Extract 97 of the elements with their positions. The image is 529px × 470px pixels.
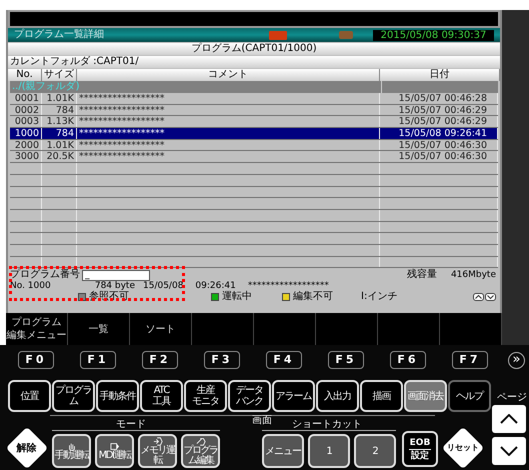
datetime: 2015/05/08 09:30:37 (373, 30, 494, 40)
file-row[interactable]: 1000 784 ****************** 15/05/08 09:26:41 (10, 128, 498, 140)
table-cell: ****************** (77, 93, 380, 104)
table-cell: ****************** (77, 116, 380, 128)
table-cell: ****************** (77, 140, 380, 150)
more-keys-button[interactable]: » (508, 352, 525, 369)
table-cell: 0003 (10, 116, 42, 128)
scroll-down-icon[interactable] (485, 293, 496, 302)
program-comment: ****************** (248, 282, 329, 291)
table-cell: 15/05/07 00:46:29 (380, 116, 498, 128)
softkey[interactable]: ソート (130, 313, 192, 345)
capacity-value: 416Mbyte (450, 270, 496, 280)
panel-button[interactable]: ATC 工具 (140, 380, 183, 412)
page-down-button[interactable] (492, 437, 526, 465)
column-header[interactable]: No. (8, 69, 42, 81)
panel-button[interactable]: 位置 (8, 380, 51, 412)
program-number-field[interactable]: _ (82, 270, 150, 281)
function-key[interactable]: F5 (328, 351, 364, 369)
table-cell: 784 (42, 128, 77, 139)
file-row[interactable]: 3000 20.5K ****************** 15/05/07 00:46:30 (10, 151, 498, 164)
mode-icon (108, 442, 120, 450)
reset-button[interactable]: リセット (442, 426, 484, 470)
shortcut-button[interactable]: 1 (308, 434, 350, 468)
function-key[interactable]: F2 (142, 351, 178, 369)
shortcut-button[interactable]: 2 (354, 434, 396, 468)
mode-button[interactable]: 手動運転 (52, 434, 91, 468)
table-cell: 15/05/07 00:46:28 (380, 93, 498, 104)
panel-button[interactable]: 生産 モニタ (184, 380, 227, 412)
panel-button[interactable]: 入出力 (316, 380, 359, 412)
table-cell: ****************** (77, 104, 380, 116)
page-label: ページ (497, 393, 527, 403)
column-header[interactable]: 日付 (380, 69, 500, 81)
mode-button[interactable]: プログラム編集 (181, 434, 220, 468)
table-cell: 15/05/07 00:46:30 (380, 151, 498, 162)
column-header[interactable]: コメント (77, 69, 380, 81)
function-key[interactable]: F4 (266, 351, 302, 369)
mode-button[interactable]: MDI運転 (95, 434, 134, 468)
table-cell: 784 (42, 104, 77, 116)
page-up-button[interactable] (492, 405, 526, 433)
function-key[interactable]: F0 (18, 351, 54, 369)
program-header: プログラム(CAPT01/1000) (8, 43, 500, 55)
column-header[interactable]: サイズ (42, 69, 77, 81)
caret-up-icon (500, 414, 518, 424)
unit-label: I:インチ (361, 291, 398, 304)
usb-stick-icon (339, 31, 353, 39)
section-label: モード (116, 420, 146, 430)
table-cell: 1000 (10, 128, 42, 139)
scroll-up-icon[interactable] (473, 293, 484, 302)
function-key[interactable]: F1 (80, 351, 116, 369)
table-cell: 1.13K (42, 116, 77, 128)
table-cell: ****************** (77, 128, 380, 139)
softkey[interactable]: プログラム 編集メニュー (6, 313, 68, 345)
eob-set-button[interactable]: EOB 設定 (402, 431, 438, 467)
program-time: 09:26:41 (195, 282, 236, 291)
table-cell: 15/05/07 00:46:29 (380, 104, 498, 116)
table-cell: ****************** (77, 151, 380, 162)
table-cell: 15/05/08 09:26:41 (380, 128, 498, 139)
function-key[interactable]: F7 (452, 351, 488, 369)
file-row[interactable]: 0001 1.01K ****************** 15/05/07 00:46:28 (10, 93, 498, 105)
function-key[interactable]: F3 (204, 351, 240, 369)
panel-button[interactable]: 画面消去 (404, 380, 447, 412)
panel-button[interactable]: プログラム (52, 380, 95, 412)
current-folder: カレントフォルダ :CAPT01/ (8, 56, 500, 68)
table-cell: 20.5K (42, 151, 77, 162)
mode-icon (152, 436, 164, 446)
panel-button[interactable]: ヘルプ (448, 380, 491, 412)
mode-button[interactable]: メモリ運転 (138, 434, 177, 468)
panel-button[interactable]: データ バンク (228, 380, 271, 412)
panel-button[interactable]: 手動条件 (96, 380, 139, 412)
table-cell: 1.01K (42, 93, 77, 104)
status-label: 編集不可 (293, 291, 333, 304)
status-label: 運転中 (222, 291, 252, 304)
softkey[interactable]: 一覧 (68, 313, 130, 345)
section-label: 画面 (252, 415, 272, 426)
screen-title: プログラム一覧詳細 (14, 30, 105, 40)
field-label: プログラム番号 (10, 270, 80, 280)
release-button[interactable]: 解除 (6, 426, 48, 470)
caret-down-icon (500, 446, 518, 456)
table-cell: 0002 (10, 104, 42, 116)
function-key[interactable]: F6 (390, 351, 426, 369)
table-cell: 2000 (10, 140, 42, 150)
file-row[interactable]: 0002 784 ****************** 15/05/07 00:46:29 (10, 104, 498, 116)
table-cell: 1.01K (42, 140, 77, 150)
plug-icon (269, 30, 287, 40)
panel-button[interactable]: アラーム (272, 380, 315, 412)
mode-icon (194, 436, 206, 446)
table-cell: 3000 (10, 151, 42, 162)
file-row[interactable]: 2000 1.01K ****************** 15/05/07 00:46:30 (10, 140, 498, 152)
table-cell: 0001 (10, 93, 42, 104)
shortcut-button[interactable]: メニュー (262, 434, 304, 468)
panel-button[interactable]: 描画 (360, 380, 403, 412)
table-cell: 15/05/07 00:46:30 (380, 140, 498, 150)
capacity-label: 残容量 (406, 270, 437, 280)
program-date: 15/05/08 (143, 282, 184, 291)
program-size: 784 byte (94, 282, 135, 291)
file-row[interactable]: 0003 1.13K ****************** 15/05/07 00:46:29 (10, 116, 498, 128)
section-label: ショートカット (292, 420, 362, 430)
